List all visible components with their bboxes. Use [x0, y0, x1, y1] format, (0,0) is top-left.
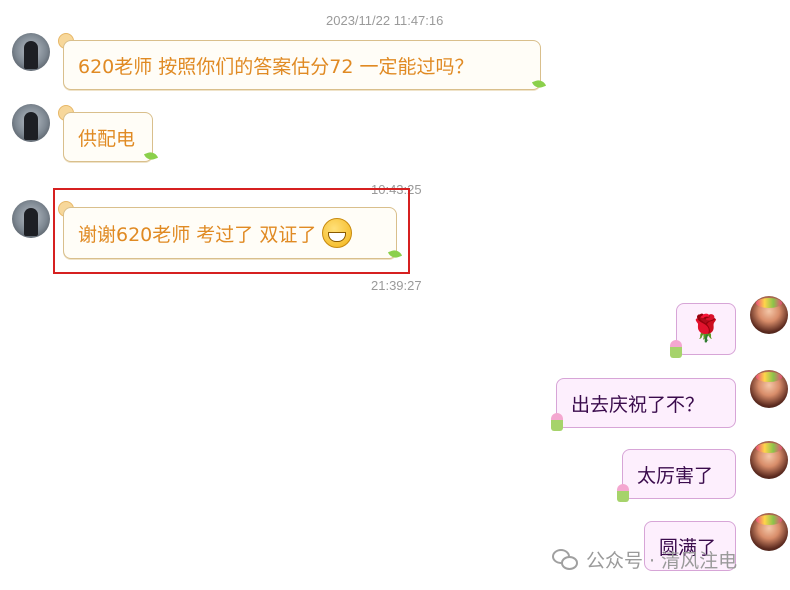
chat-bubble-sent[interactable]: 出去庆祝了不？	[556, 378, 736, 428]
avatar[interactable]	[750, 513, 788, 551]
flower-decoration-icon	[551, 413, 563, 431]
message-text: 太厉害了	[637, 464, 714, 487]
chat-bubble-received[interactable]: 供配电	[63, 112, 153, 162]
highlight-box	[53, 188, 410, 274]
chat-bubble-sent[interactable]: 太厉害了	[622, 449, 736, 499]
avatar[interactable]	[12, 33, 50, 71]
message-text: 620老师 按照你们的答案估分72 一定能过吗？	[78, 55, 474, 78]
message-text: 供配电	[78, 127, 136, 150]
watermark-text: 公众号 · 清风注电	[586, 550, 738, 572]
avatar[interactable]	[750, 296, 788, 334]
rose-emoji-icon: 🌹	[689, 314, 723, 344]
chat-bubble-received[interactable]: 620老师 按照你们的答案估分72 一定能过吗？	[63, 40, 541, 90]
chat-bubble-sent[interactable]: 🌹	[676, 303, 736, 355]
avatar[interactable]	[12, 104, 50, 142]
timestamp: 21:39:27	[371, 278, 422, 293]
wechat-icon	[552, 548, 578, 571]
avatar[interactable]	[12, 200, 50, 238]
flower-decoration-icon	[617, 484, 629, 502]
watermark: 公众号 · 清风注电	[552, 546, 737, 573]
flower-decoration-icon	[670, 340, 682, 358]
timestamp: 2023/11/22 11:47:16	[326, 13, 444, 28]
avatar[interactable]	[750, 441, 788, 479]
message-text: 出去庆祝了不？	[571, 393, 705, 416]
avatar[interactable]	[750, 370, 788, 408]
